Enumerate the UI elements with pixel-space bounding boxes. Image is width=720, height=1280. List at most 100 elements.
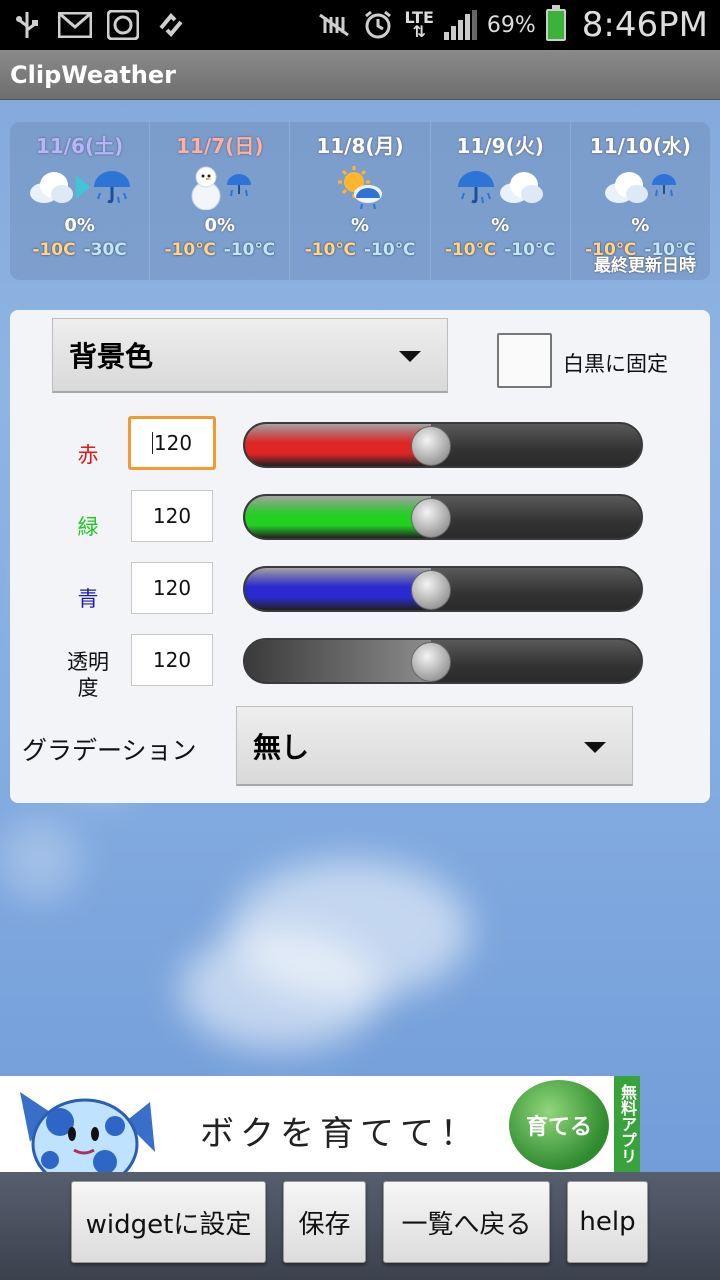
target-select[interactable]: 背景色 bbox=[52, 318, 448, 393]
chevron-down-icon bbox=[584, 741, 606, 753]
temperature-range: -10C -30C bbox=[10, 240, 149, 260]
channel-value-input[interactable]: 120 bbox=[131, 562, 213, 614]
cloud-icon bbox=[500, 172, 544, 203]
umbrella-icon bbox=[226, 174, 251, 197]
temp-min: -10℃ bbox=[304, 240, 356, 260]
channel-slider[interactable] bbox=[243, 422, 643, 468]
temperature-range: -10℃ -10℃ bbox=[431, 240, 570, 260]
forecast-date: 11/10(水) bbox=[589, 134, 692, 158]
precipitation-chance: % bbox=[631, 215, 650, 236]
color-settings-panel: 背景色 白黒に固定 赤 120 緑 120 青 120 透明 度 120 グラデーション 無し bbox=[10, 310, 710, 803]
forecast-date: 11/9(火) bbox=[456, 134, 544, 158]
channel-slider[interactable] bbox=[243, 494, 643, 540]
sync-icon bbox=[154, 10, 188, 40]
clock: 8:46PM bbox=[581, 5, 708, 45]
gradient-label: グラデーション bbox=[22, 736, 197, 765]
background-cloud bbox=[0, 820, 80, 900]
temp-max: -10℃ bbox=[504, 240, 556, 260]
channel-value: 120 bbox=[153, 431, 193, 455]
precipitation-chance: % bbox=[350, 215, 370, 236]
text-caret bbox=[151, 432, 153, 454]
channel-value-input[interactable]: 120 bbox=[131, 634, 213, 686]
status-bar: LTE ⇅ 69% 8:46PM bbox=[0, 0, 720, 50]
target-select-value: 背景色 bbox=[69, 340, 154, 373]
weather-icons bbox=[431, 159, 570, 215]
slider-thumb[interactable] bbox=[411, 426, 452, 466]
battery-icon bbox=[545, 5, 566, 41]
ad-badge[interactable]: 育てる bbox=[509, 1080, 609, 1170]
ad-side-label: 無料アプリ bbox=[614, 1076, 640, 1172]
gmail-icon bbox=[58, 10, 92, 40]
gradient-select-value: 無し bbox=[253, 730, 310, 764]
channel-slider[interactable] bbox=[243, 638, 643, 684]
temperature-range: -10℃ -10℃ bbox=[290, 240, 429, 260]
alarm-icon bbox=[361, 10, 395, 40]
temperature-range: -10℃ -10℃ bbox=[150, 240, 289, 260]
temp-max: -10℃ bbox=[364, 240, 416, 260]
cloud-icon bbox=[605, 172, 649, 203]
weather-icons bbox=[571, 159, 710, 215]
app-title-bar: ClipWeather bbox=[0, 50, 720, 100]
last-updated-label: 最終更新日時 bbox=[594, 256, 697, 276]
color-channel-label: 緑 bbox=[77, 515, 99, 539]
temp-min: -10℃ bbox=[164, 240, 216, 260]
save-button[interactable]: 保存 bbox=[283, 1181, 366, 1263]
mute-icon bbox=[317, 10, 351, 40]
umbrella-icon bbox=[93, 171, 130, 204]
app-icon bbox=[106, 10, 140, 40]
help-button[interactable]: help bbox=[567, 1181, 648, 1263]
color-channel-label: 青 bbox=[77, 587, 99, 611]
forecast-day[interactable]: 11/7(日) 0% -10℃ -10℃ bbox=[150, 122, 291, 280]
slider-thumb[interactable] bbox=[411, 642, 452, 682]
channel-value: 120 bbox=[152, 648, 192, 672]
sun-cloud-rain-icon bbox=[338, 166, 382, 210]
channel-slider[interactable] bbox=[243, 566, 643, 612]
slider-thumb[interactable] bbox=[411, 570, 452, 610]
weather-icons bbox=[150, 159, 289, 215]
forecast-day[interactable]: 11/10(水)% -10℃ -10℃ 最終更新日時 bbox=[571, 122, 710, 280]
slider-fill bbox=[245, 496, 432, 538]
forecast-day[interactable]: 11/6(土) 0% -10C -30C bbox=[10, 122, 151, 280]
color-channel-label: 透明 度 bbox=[67, 650, 109, 700]
slider-thumb[interactable] bbox=[411, 498, 452, 538]
weather-forecast-panel[interactable]: 11/6(土) 0% -10C -30C 11/7(日) 0% -10℃ -10℃ 11/8(月… bbox=[10, 122, 710, 280]
umbrella-icon bbox=[652, 174, 677, 197]
back-to-list-button[interactable]: 一覧へ戻る bbox=[383, 1181, 550, 1263]
precipitation-chance: 0% bbox=[64, 215, 95, 236]
temp-max: -30C bbox=[83, 240, 127, 260]
chevron-down-icon bbox=[399, 351, 421, 362]
monochrome-label: 白黒に固定 bbox=[563, 352, 668, 376]
signal-icon bbox=[443, 10, 477, 40]
temp-min: -10C bbox=[32, 240, 76, 260]
precipitation-chance: 0% bbox=[204, 215, 236, 236]
battery-percent: 69% bbox=[486, 12, 536, 38]
set-widget-button[interactable]: widgetに設定 bbox=[71, 1181, 266, 1263]
umbrella-icon bbox=[458, 171, 495, 204]
forecast-day[interactable]: 11/8(月)% -10℃ -10℃ bbox=[290, 122, 431, 280]
channel-value-input[interactable]: 120 bbox=[128, 416, 216, 470]
slider-fill bbox=[245, 640, 432, 682]
temp-max: -10℃ bbox=[223, 240, 276, 260]
app-title: ClipWeather bbox=[10, 60, 177, 89]
slider-fill bbox=[245, 568, 432, 610]
forecast-date: 11/6(土) bbox=[35, 134, 124, 158]
color-channel-label: 赤 bbox=[77, 443, 99, 467]
precipitation-chance: % bbox=[491, 215, 510, 236]
ad-banner[interactable]: ボクを育てて！ 育てる 無料アプリ bbox=[0, 1076, 640, 1172]
weather-icons bbox=[290, 159, 429, 215]
gradient-select[interactable]: 無し bbox=[236, 706, 633, 786]
forecast-date: 11/7(日) bbox=[176, 134, 264, 158]
bottom-action-bar: widgetに設定 保存 一覧へ戻る help bbox=[0, 1172, 720, 1280]
channel-value-input[interactable]: 120 bbox=[131, 490, 213, 542]
snowman-icon bbox=[191, 166, 221, 210]
channel-value: 120 bbox=[152, 504, 192, 528]
arrow-right-icon bbox=[75, 175, 90, 199]
cloud-icon bbox=[29, 172, 73, 203]
monochrome-checkbox[interactable] bbox=[497, 333, 552, 388]
weather-icons bbox=[10, 159, 149, 215]
ad-headline: ボクを育てて！ bbox=[200, 1114, 480, 1154]
temp-min: -10℃ bbox=[444, 240, 497, 260]
background-cloud bbox=[180, 930, 380, 1050]
slider-fill bbox=[245, 424, 432, 466]
forecast-day[interactable]: 11/9(火)% -10℃ -10℃ bbox=[431, 122, 571, 280]
